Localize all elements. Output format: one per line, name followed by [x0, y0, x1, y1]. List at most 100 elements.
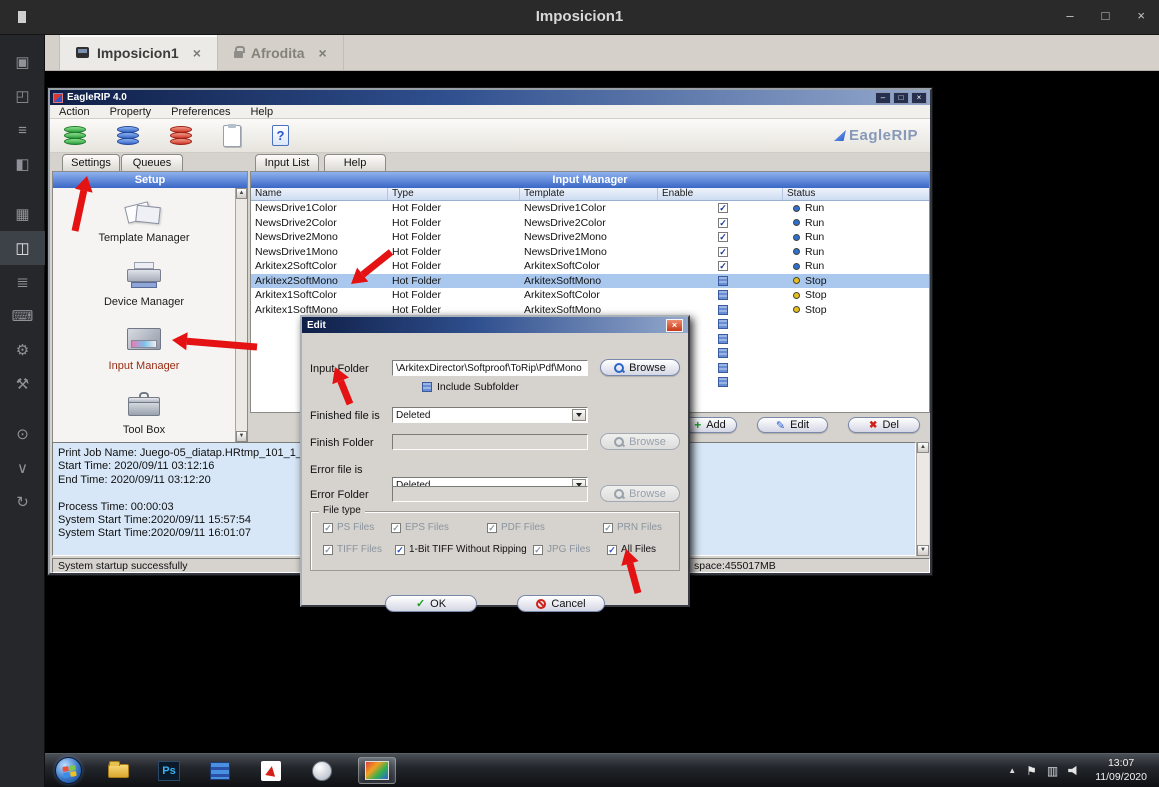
taskbar-explorer-button[interactable] — [103, 757, 133, 784]
tab-queues[interactable]: Queues — [121, 154, 183, 171]
ok-button[interactable]: ✓ OK — [385, 595, 477, 612]
tray-flag-icon[interactable]: ⚑ — [1026, 764, 1037, 778]
enable-checkbox[interactable] — [718, 377, 728, 387]
scroll-down-icon[interactable]: ▼ — [917, 545, 929, 556]
table-row[interactable]: Arkitex1SoftColorHot FolderArkitexSoftCo… — [251, 288, 929, 303]
enable-checkbox[interactable] — [718, 305, 728, 315]
dialog-titlebar[interactable]: Edit × — [302, 317, 688, 333]
add-button[interactable]: + Add — [683, 417, 737, 433]
setup-item-device-manager[interactable]: Device Manager — [53, 252, 235, 316]
table-row[interactable]: Arkitex2SoftColorHot FolderArkitexSoftCo… — [251, 259, 929, 274]
filetype-jpg-files[interactable]: ✓JPG Files — [533, 544, 590, 555]
capture-icon[interactable]: ◫ — [0, 231, 45, 265]
settings-gear-icon[interactable]: ⚙ — [0, 333, 45, 367]
scroll-up-icon[interactable]: ▲ — [917, 442, 929, 453]
input-folder-field[interactable]: \ArkitexDirector\Softproof\ToRip\Pdf\Mon… — [392, 360, 588, 376]
taskbar-acrobat-button[interactable] — [256, 757, 286, 784]
refresh-icon[interactable]: ↻ — [0, 485, 45, 519]
volume-icon[interactable] — [1068, 765, 1079, 776]
start-button[interactable] — [55, 757, 82, 784]
log-scrollbar[interactable]: ▲ ▼ — [916, 442, 929, 556]
menu-preferences[interactable]: Preferences — [171, 106, 230, 118]
taskbar-browser-button[interactable] — [307, 757, 337, 784]
taskbar-photoshop-button[interactable]: Ps — [154, 757, 184, 784]
menu-property[interactable]: Property — [110, 106, 152, 118]
fullscreen-icon[interactable]: ◰ — [0, 79, 45, 113]
menu-action[interactable]: Action — [59, 106, 90, 118]
eaglerip-close-button[interactable]: × — [911, 92, 927, 104]
screen-icon[interactable]: ▣ — [0, 45, 45, 79]
column-template[interactable]: Template — [520, 188, 658, 200]
filetype-all-files[interactable]: ✓All Files — [607, 544, 656, 555]
enable-checkbox[interactable]: ✓ — [718, 247, 728, 257]
include-subfolder-checkbox[interactable]: Include Subfolder — [422, 381, 519, 393]
tray-expand-icon[interactable]: ▲ — [1008, 766, 1016, 775]
column-type[interactable]: Type — [388, 188, 520, 200]
filetype-1-bit-tiff-without-ripping[interactable]: ✓1-Bit TIFF Without Ripping — [395, 544, 527, 555]
enable-checkbox[interactable] — [718, 319, 728, 329]
table-row[interactable]: NewsDrive1MonoHot FolderNewsDrive1Mono✓R… — [251, 245, 929, 260]
enable-checkbox[interactable]: ✓ — [718, 218, 728, 228]
del-button[interactable]: ✖ Del — [848, 417, 920, 433]
table-row[interactable]: NewsDrive2MonoHot FolderNewsDrive2Mono✓R… — [251, 230, 929, 245]
table-row[interactable]: NewsDrive2ColorHot FolderNewsDrive2Color… — [251, 216, 929, 231]
enable-checkbox[interactable] — [718, 290, 728, 300]
finish-folder-field[interactable] — [392, 434, 588, 450]
enable-checkbox[interactable] — [718, 363, 728, 373]
taskbar-app-button[interactable] — [205, 757, 235, 784]
error-folder-browse-button[interactable]: Browse — [600, 485, 680, 502]
taskbar-clock[interactable]: 13:07 11/09/2020 — [1095, 757, 1147, 784]
tray-display-icon[interactable]: ▥ — [1047, 764, 1058, 778]
panel-icon[interactable]: ◧ — [0, 147, 45, 181]
filetype-eps-files[interactable]: ✓EPS Files — [391, 522, 449, 533]
eaglerip-minimize-button[interactable]: – — [875, 92, 891, 104]
enable-checkbox[interactable]: ✓ — [718, 261, 728, 271]
tab-close-icon[interactable]: × — [193, 45, 201, 61]
list-icon[interactable]: ≣ — [0, 265, 45, 299]
chevron-down-icon[interactable]: ∨ — [0, 451, 45, 485]
setup-item-input-manager[interactable]: Input Manager — [53, 316, 235, 380]
column-name[interactable]: Name — [251, 188, 388, 200]
tab-afrodita[interactable]: Afrodita × — [218, 35, 344, 70]
cancel-button[interactable]: Cancel — [517, 595, 605, 612]
tools-icon[interactable]: ⚒ — [0, 367, 45, 401]
filetype-prn-files[interactable]: ✓PRN Files — [603, 522, 662, 533]
finish-folder-browse-button[interactable]: Browse — [600, 433, 680, 450]
filetype-ps-files[interactable]: ✓PS Files — [323, 522, 374, 533]
dialog-close-button[interactable]: × — [666, 319, 683, 332]
dropdown-arrow-icon[interactable] — [572, 409, 586, 421]
setup-item-template-manager[interactable]: Template Manager — [53, 188, 235, 252]
tab-imposicion1[interactable]: Imposicion1 × — [59, 35, 218, 70]
tab-help[interactable]: Help — [324, 154, 386, 171]
document-icon[interactable] — [223, 125, 241, 147]
column-status[interactable]: Status — [783, 188, 929, 200]
table-row[interactable]: Arkitex2SoftMonoHot FolderArkitexSoftMon… — [251, 274, 929, 289]
keyboard-icon[interactable]: ⌨ — [0, 299, 45, 333]
enable-checkbox[interactable]: ✓ — [718, 232, 728, 242]
finished-file-dropdown[interactable]: Deleted — [392, 407, 588, 423]
delete-database-icon[interactable] — [170, 127, 192, 145]
eaglerip-restore-button[interactable]: □ — [893, 92, 909, 104]
tab-input-list[interactable]: Input List — [255, 154, 319, 171]
restore-button[interactable]: □ — [1102, 8, 1110, 23]
enable-checkbox[interactable] — [718, 334, 728, 344]
enable-checkbox[interactable] — [718, 276, 728, 286]
camera-icon[interactable]: ⊙ — [0, 417, 45, 451]
edit-database-icon[interactable] — [117, 127, 139, 145]
taskbar-eaglerip-button[interactable] — [358, 757, 396, 784]
close-button[interactable]: × — [1137, 8, 1145, 23]
input-database-icon[interactable] — [64, 127, 86, 145]
tab-close-icon[interactable]: × — [319, 45, 327, 61]
table-row[interactable]: NewsDrive1ColorHot FolderNewsDrive1Color… — [251, 201, 929, 216]
enable-checkbox[interactable] — [718, 348, 728, 358]
eaglerip-titlebar[interactable]: EagleRIP 4.0 – □ × — [50, 90, 930, 105]
input-folder-browse-button[interactable]: Browse — [600, 359, 680, 376]
error-folder-field[interactable] — [392, 486, 588, 502]
enable-checkbox[interactable]: ✓ — [718, 203, 728, 213]
edit-button[interactable]: ✎ Edit — [757, 417, 828, 433]
setup-scrollbar[interactable]: ▲ ▼ — [235, 188, 247, 442]
tab-settings[interactable]: Settings — [62, 154, 120, 171]
menu-icon[interactable]: ≡ — [0, 113, 45, 147]
scroll-up-icon[interactable]: ▲ — [236, 188, 247, 199]
help-book-icon[interactable]: ? — [272, 125, 289, 146]
